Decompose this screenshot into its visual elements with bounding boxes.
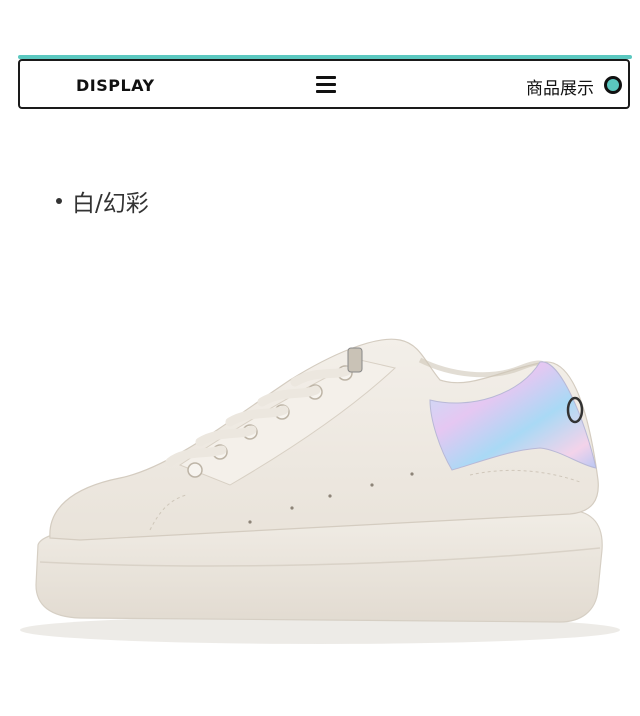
hamburger-menu-icon[interactable] [316,76,336,93]
brand-label: DISPLAY [76,76,155,95]
color-variant-label: 白/幻彩 [56,184,149,218]
header-title: 商品展示 [526,79,594,99]
color-variant-text: 白/幻彩 [72,191,149,217]
product-image-sneaker [20,338,620,644]
accent-dot-icon [604,76,622,94]
bullet-icon [56,198,62,204]
header-bar: DISPLAY 商品展示 [18,59,630,109]
